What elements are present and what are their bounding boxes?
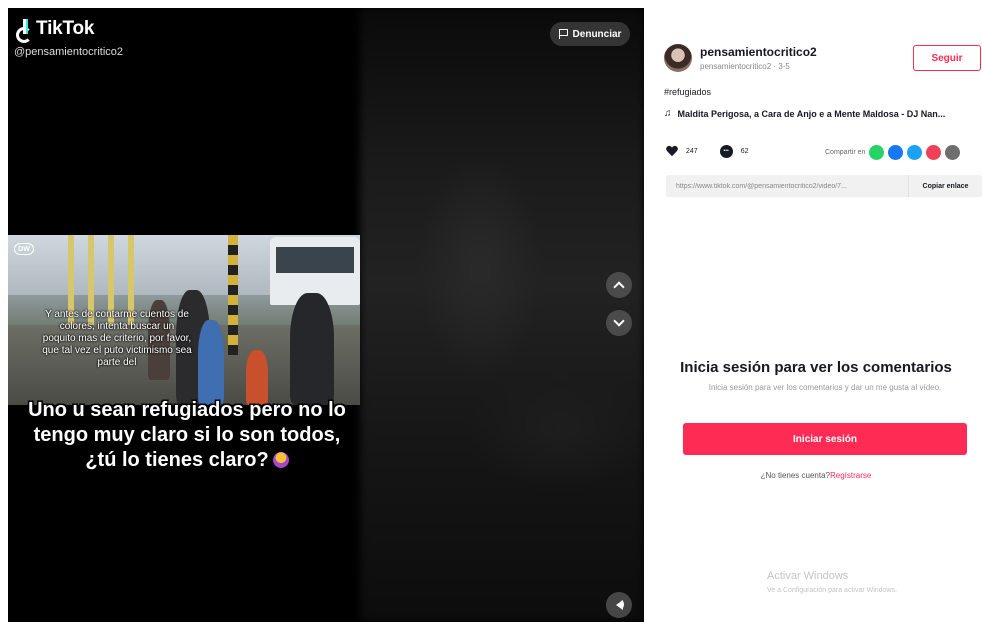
author-username[interactable]: pensamientocritico2: [700, 45, 817, 59]
login-prompt-description: Inicia sesión para ver los comentarios y…: [708, 383, 942, 392]
twitter-icon[interactable]: [907, 145, 923, 160]
video-player[interactable]: TikTok @pensamientocritico2 Denunciar DW…: [8, 8, 644, 622]
avatar[interactable]: [664, 44, 692, 72]
logo-text: TikTok: [36, 18, 95, 39]
pocket-icon[interactable]: [926, 145, 942, 160]
volume-button[interactable]: [606, 592, 632, 618]
signup-prompt: ¿No tienes cuenta?: [760, 471, 830, 480]
shrug-emoji-icon: [272, 452, 289, 468]
music-note-icon: ♫: [664, 108, 672, 119]
dw-logo: DW: [14, 243, 34, 255]
login-prompt-title: Inicia sesión para ver los comentarios: [680, 359, 952, 376]
whatsapp-icon[interactable]: [869, 145, 885, 160]
hashtag-link[interactable]: #refugiados: [664, 87, 711, 97]
more-share-icon[interactable]: [945, 145, 961, 160]
report-button[interactable]: Denunciar: [550, 22, 630, 46]
video-overlay-text: Uno u sean refugiados pero no lo tengo m…: [22, 398, 352, 473]
windows-activation-title: Activar Windows: [767, 570, 849, 582]
follow-button[interactable]: Seguir: [913, 45, 981, 71]
frame-caption: Y antes de contarme cuentos de colores, …: [42, 309, 192, 368]
next-video-button[interactable]: [606, 310, 632, 336]
comment-icon[interactable]: [719, 145, 733, 158]
frame-barrier-pole: [228, 235, 238, 355]
copy-link-button[interactable]: Copiar enlace: [908, 175, 982, 197]
report-label: Denunciar: [572, 28, 622, 40]
login-button[interactable]: Iniciar sesión: [683, 423, 967, 455]
windows-activation-subtitle: Ve a Configuración para activar Windows.: [767, 587, 897, 594]
details-panel: pensamientocritico2 pensamientocritico2 …: [650, 0, 982, 622]
share-label: Compartir en: [825, 149, 866, 156]
flag-icon: [558, 29, 568, 39]
comments-count: 62: [740, 148, 749, 155]
chevron-down-icon: [613, 315, 625, 327]
frame-person: [198, 320, 224, 405]
heart-icon[interactable]: [666, 146, 678, 157]
author-subtitle: pensamientocritico2 · 3-5: [700, 62, 790, 71]
share-link-box: https://www.tiktok.com/@pensamientocriti…: [666, 175, 982, 197]
music-title: Maldita Perigosa, a Cara de Anjo e a Men…: [677, 108, 946, 119]
video-blurred-background: [360, 8, 644, 622]
frame-person: [246, 350, 268, 405]
music-link[interactable]: ♫ Maldita Perigosa, a Cara de Anjo e a M…: [664, 108, 982, 119]
signup-link[interactable]: Regístrarse: [830, 471, 871, 480]
share-row: Compartir en: [825, 145, 961, 160]
likes-count: 247: [686, 148, 698, 155]
signup-line: ¿No tienes cuenta?Regístrarse: [650, 471, 982, 480]
overlay-text-content: Uno u sean refugiados pero no lo tengo m…: [28, 399, 346, 471]
previous-video-button[interactable]: [606, 272, 632, 298]
facebook-icon[interactable]: [888, 145, 904, 160]
chevron-up-icon: [613, 281, 625, 293]
engagement-stats: 247 62: [666, 145, 748, 158]
video-link-url[interactable]: https://www.tiktok.com/@pensamientocriti…: [666, 183, 908, 190]
tiktok-note-icon: [14, 18, 32, 43]
tiktok-logo[interactable]: TikTok: [14, 18, 95, 43]
frame-person: [290, 293, 334, 405]
speaker-icon: [615, 600, 624, 610]
video-author-handle: @pensamientocritico2: [14, 46, 123, 58]
video-frame: DW Y antes de contarme cuentos de colore…: [8, 235, 360, 405]
